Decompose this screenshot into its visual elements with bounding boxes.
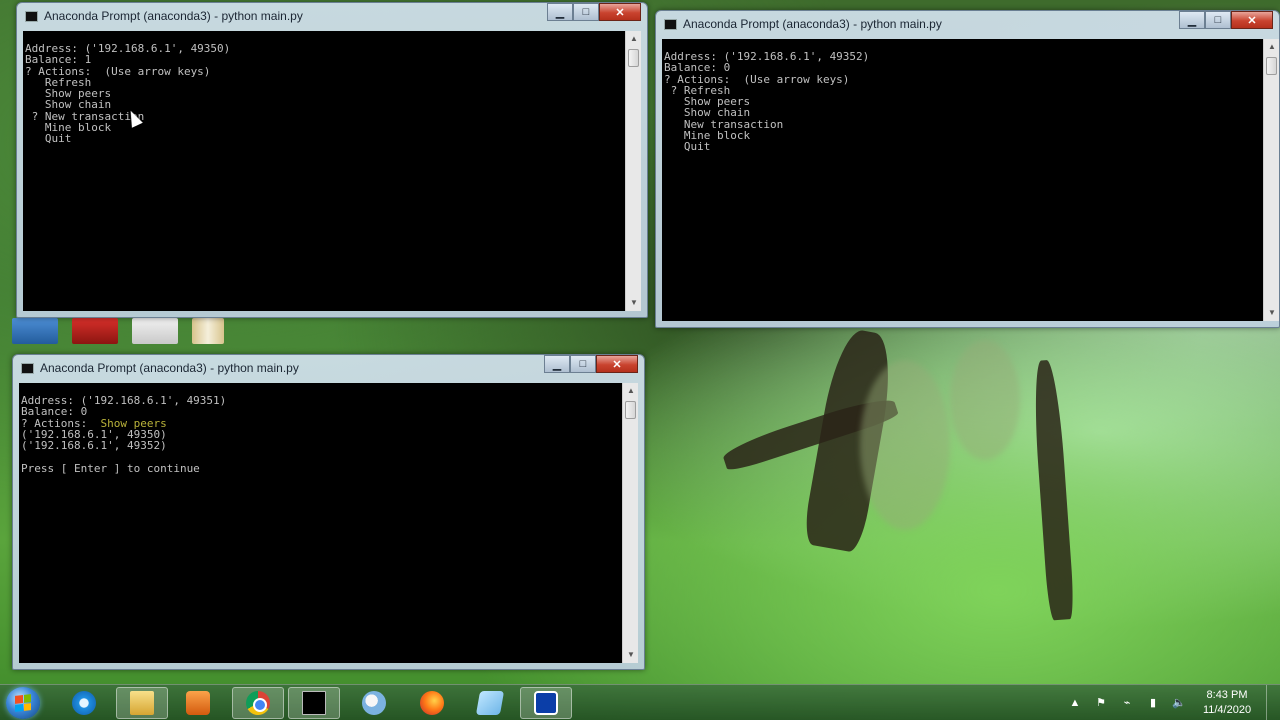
chrome-icon: [246, 691, 270, 715]
window-title: Anaconda Prompt (anaconda3) - python mai…: [683, 17, 942, 31]
maximize-button[interactable]: □: [573, 3, 599, 21]
minimize-button[interactable]: ▁: [1179, 11, 1205, 29]
clock-date: 11/4/2020: [1202, 704, 1252, 716]
peer-line: ('192.168.6.1', 49352): [21, 439, 167, 453]
wallpaper-tree-trunk: [1030, 359, 1076, 621]
internet-explorer-icon: [72, 691, 96, 715]
menu-option-quit[interactable]: Quit: [25, 132, 72, 145]
taskbar-chrome[interactable]: [232, 687, 284, 719]
console-text: Address: ('192.168.6.1', 49350) Balance:…: [23, 31, 641, 145]
close-button[interactable]: ✕: [599, 3, 641, 21]
maximize-button[interactable]: □: [570, 355, 596, 373]
taskbar-firefox[interactable]: [406, 687, 458, 719]
taskbar: ▲ ⚑ ⌁ ▮ 🔈 8:43 PM 11/4/2020: [0, 684, 1280, 720]
sticky-notes-icon: [475, 691, 505, 715]
taskbar-media-player[interactable]: [172, 687, 224, 719]
desktop-shortcut-icon[interactable]: [12, 318, 58, 344]
file-explorer-icon: [130, 691, 154, 715]
console-output[interactable]: Address: ('192.168.6.1', 49350) Balance:…: [23, 31, 641, 311]
console-app-icon: [21, 362, 34, 374]
start-button[interactable]: [6, 687, 40, 719]
pdf-shortcut-icon[interactable]: [72, 318, 118, 344]
taskbar-clock[interactable]: 8:43 PM 11/4/2020: [1192, 688, 1262, 718]
wallpaper-moss: [950, 340, 1020, 460]
window-controls: ▁ □ ✕: [1179, 11, 1273, 29]
action-center-flag-icon[interactable]: ⚑: [1094, 696, 1108, 710]
show-hidden-icons-chevron-icon[interactable]: ▲: [1068, 696, 1082, 710]
scroll-down-arrow-icon[interactable]: ▼: [1264, 305, 1279, 321]
console-window-49350[interactable]: Anaconda Prompt (anaconda3) - python mai…: [16, 2, 648, 318]
close-button[interactable]: ✕: [1231, 11, 1273, 29]
taskbar-paint[interactable]: [348, 687, 400, 719]
window-controls: ▁ □ ✕: [547, 3, 641, 21]
vertical-scrollbar[interactable]: ▲ ▼: [622, 383, 638, 663]
taskbar-file-explorer[interactable]: [116, 687, 168, 719]
taskbar-virtualbox[interactable]: [520, 687, 572, 719]
network-signal-icon[interactable]: ▮: [1146, 696, 1160, 710]
windows-logo-icon: [15, 694, 31, 712]
maximize-button[interactable]: □: [1205, 11, 1231, 29]
press-enter-prompt: Press [ Enter ] to continue: [21, 461, 200, 475]
console-output[interactable]: Address: ('192.168.6.1', 49352) Balance:…: [662, 39, 1279, 321]
console-app-icon: [25, 10, 38, 22]
minimize-button[interactable]: ▁: [544, 355, 570, 373]
show-desktop-button[interactable]: [1266, 685, 1280, 720]
menu-option-quit[interactable]: Quit: [664, 140, 711, 153]
media-player-icon: [186, 691, 210, 715]
power-icon[interactable]: ⌁: [1120, 696, 1134, 710]
scroll-thumb[interactable]: [625, 401, 636, 419]
clock-time: 8:43 PM: [1206, 689, 1248, 701]
console-window-49352[interactable]: Anaconda Prompt (anaconda3) - python mai…: [655, 10, 1280, 328]
taskbar-internet-explorer[interactable]: [58, 687, 110, 719]
console-text: Address: ('192.168.6.1', 49352) Balance:…: [662, 39, 1279, 153]
console-output[interactable]: Address: ('192.168.6.1', 49351) Balance:…: [19, 383, 638, 663]
taskbar-sticky-notes[interactable]: [464, 687, 516, 719]
scroll-up-arrow-icon[interactable]: ▲: [626, 31, 641, 47]
scroll-up-arrow-icon[interactable]: ▲: [1264, 39, 1279, 55]
wallpaper-moss: [860, 360, 950, 530]
minimize-button[interactable]: ▁: [547, 3, 573, 21]
desktop-icons: [12, 318, 262, 350]
virtualbox-icon: [534, 691, 558, 715]
vertical-scrollbar[interactable]: ▲ ▼: [625, 31, 641, 311]
close-button[interactable]: ✕: [596, 355, 638, 373]
command-prompt-icon: [302, 691, 326, 715]
console-app-icon: [664, 18, 677, 30]
archive-shortcut-icon[interactable]: [192, 318, 224, 344]
taskbar-command-prompt[interactable]: [288, 687, 340, 719]
vertical-scrollbar[interactable]: ▲ ▼: [1263, 39, 1279, 321]
paint-icon: [362, 691, 386, 715]
console-text: Address: ('192.168.6.1', 49351) Balance:…: [19, 383, 638, 474]
scroll-thumb[interactable]: [628, 49, 639, 67]
scroll-up-arrow-icon[interactable]: ▲: [623, 383, 638, 399]
scroll-thumb[interactable]: [1266, 57, 1277, 75]
window-title: Anaconda Prompt (anaconda3) - python mai…: [44, 9, 303, 23]
volume-icon[interactable]: 🔈: [1172, 696, 1186, 710]
scroll-down-arrow-icon[interactable]: ▼: [623, 647, 638, 663]
window-title: Anaconda Prompt (anaconda3) - python mai…: [40, 361, 299, 375]
console-window-49351[interactable]: Anaconda Prompt (anaconda3) - python mai…: [12, 354, 645, 670]
firefox-icon: [420, 691, 444, 715]
window-controls: ▁ □ ✕: [544, 355, 638, 373]
document-shortcut-icon[interactable]: [132, 318, 178, 344]
system-tray: ▲ ⚑ ⌁ ▮ 🔈 8:43 PM 11/4/2020: [1062, 685, 1280, 720]
scroll-down-arrow-icon[interactable]: ▼: [626, 295, 641, 311]
